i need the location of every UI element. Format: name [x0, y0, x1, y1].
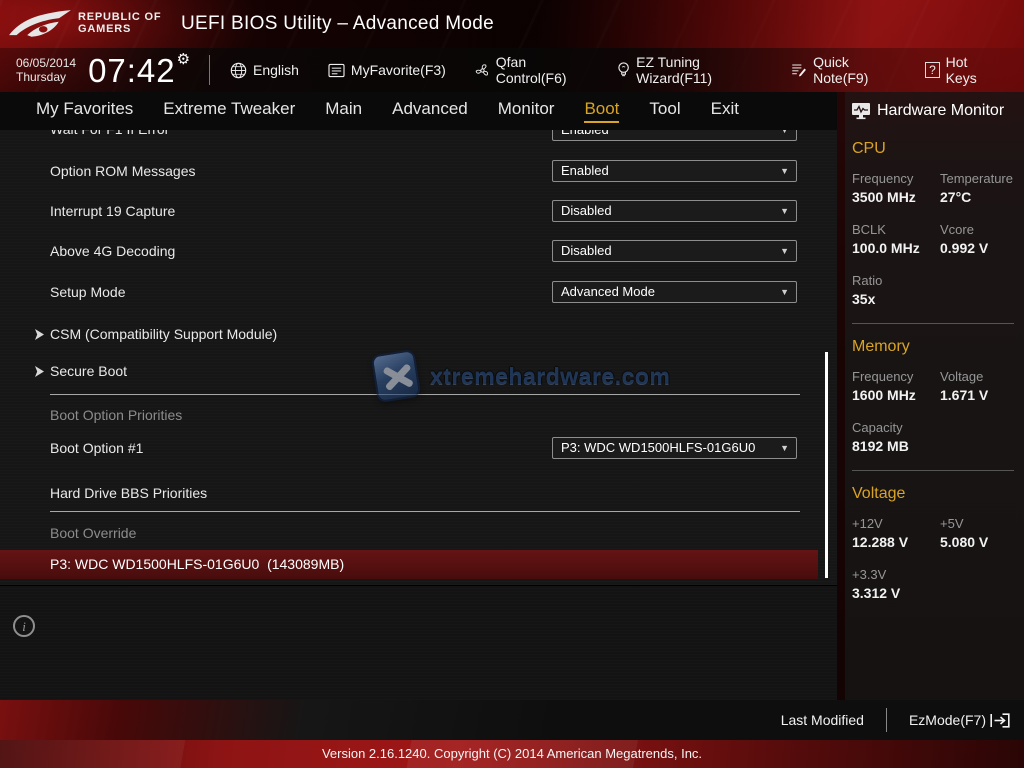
quick-note-button[interactable]: Quick Note(F9): [791, 54, 896, 86]
memory-section-title: Memory: [852, 338, 1024, 356]
tab-advanced[interactable]: Advanced: [392, 92, 468, 130]
setting-label: Boot Option #1: [50, 437, 143, 459]
lightbulb-icon: [617, 61, 630, 79]
qfan-control-button[interactable]: Qfan Control(F6): [475, 54, 588, 86]
memory-readings: Frequency 1600 MHz Voltage 1.671 V Capac…: [852, 369, 1024, 454]
chevron-down-icon: ▼: [780, 201, 789, 221]
divider: [50, 511, 800, 512]
hard-drive-bbs-item[interactable]: Hard Drive BBS Priorities: [50, 482, 207, 504]
secure-boot-submenu-item[interactable]: Secure Boot: [35, 361, 127, 381]
main-menu-bar: My Favorites Extreme Tweaker Main Advanc…: [0, 92, 837, 130]
cpu-readings: Frequency 3500 MHz Temperature 27°C BCLK…: [852, 171, 1024, 307]
quick-note-label: Quick Note(F9): [813, 54, 896, 86]
interrupt-19-capture-dropdown[interactable]: Disabled▼: [552, 200, 797, 222]
setting-label: Setup Mode: [50, 281, 126, 303]
boot-priorities-section-title: Boot Option Priorities: [50, 407, 182, 423]
chevron-down-icon: ▼: [780, 130, 789, 140]
submenu-arrow-icon: [35, 329, 44, 340]
boot-override-section-title: Boot Override: [50, 525, 136, 541]
favorite-list-icon: [328, 63, 345, 78]
watermark-x-icon: [371, 349, 422, 403]
brand-line-2: GAMERS: [78, 23, 161, 35]
ez-tuning-wizard-label: EZ Tuning Wizard(F11): [636, 54, 762, 86]
rog-logo-icon: [8, 5, 72, 45]
language-button[interactable]: English: [230, 62, 299, 79]
boot-option-1-dropdown[interactable]: P3: WDC WD1500HLFS-01G6U0▼: [552, 437, 797, 459]
setting-label: Wait For F1 If Error: [50, 130, 169, 140]
boot-override-device-row[interactable]: P3: WDC WD1500HLFS-01G6U0 (143089MB): [0, 550, 818, 579]
ez-mode-button[interactable]: EzMode(F7): [909, 712, 1010, 728]
header-banner: REPUBLIC OF GAMERS UEFI BIOS Utility – A…: [0, 0, 1024, 92]
weekday-value: Thursday: [16, 70, 76, 84]
tab-monitor[interactable]: Monitor: [498, 92, 555, 130]
tab-exit[interactable]: Exit: [711, 92, 739, 130]
exit-arrow-icon: [990, 713, 1010, 728]
globe-icon: [230, 62, 247, 79]
question-box-icon: ?: [925, 62, 939, 78]
clock-settings-gear-icon[interactable]: ⚙: [177, 51, 191, 68]
divider: [852, 323, 1014, 324]
above-4g-decoding-dropdown[interactable]: Disabled▼: [552, 240, 797, 262]
watermark: xtremehardware.com: [374, 352, 670, 400]
version-bar: Version 2.16.1240. Copyright (C) 2014 Am…: [0, 740, 1024, 768]
bios-screen: REPUBLIC OF GAMERS UEFI BIOS Utility – A…: [0, 0, 1024, 768]
time-value: 07:42: [88, 52, 176, 89]
hardware-monitor-panel: Hardware Monitor CPU Frequency 3500 MHz …: [845, 92, 1024, 700]
brand-line-1: REPUBLIC OF: [78, 11, 161, 23]
hardware-monitor-header: Hardware Monitor: [851, 102, 1024, 120]
divider: [852, 470, 1014, 471]
chevron-down-icon: ▼: [780, 438, 789, 458]
date-value: 06/05/2014: [16, 56, 76, 70]
setting-label: Interrupt 19 Capture: [50, 200, 175, 222]
tab-my-favorites[interactable]: My Favorites: [36, 92, 133, 130]
boot-settings-panel: Wait For F1 If Error Enabled▼ Option ROM…: [0, 130, 837, 585]
my-favorite-label: MyFavorite(F3): [351, 62, 446, 78]
setting-label: Above 4G Decoding: [50, 240, 175, 262]
option-rom-messages-dropdown[interactable]: Enabled▼: [552, 160, 797, 182]
help-description-area: i: [0, 585, 837, 700]
submenu-arrow-icon: [35, 366, 44, 377]
quick-access-bar: 06/05/2014 Thursday 07:42⚙ English: [0, 48, 1024, 92]
watermark-text: xtremehardware.com: [430, 363, 670, 390]
fan-icon: [475, 62, 490, 79]
tab-tool[interactable]: Tool: [649, 92, 680, 130]
qfan-control-label: Qfan Control(F6): [496, 54, 588, 86]
chevron-down-icon: ▼: [780, 161, 789, 181]
scrollbar-thumb[interactable]: [825, 352, 828, 578]
last-modified-button[interactable]: Last Modified: [781, 712, 864, 728]
hardware-monitor-title: Hardware Monitor: [877, 102, 1004, 120]
info-icon: i: [13, 615, 35, 637]
chevron-down-icon: ▼: [780, 282, 789, 302]
voltage-readings: +12V 12.288 V +5V 5.080 V +3.3V 3.312 V: [852, 516, 1024, 601]
my-favorite-button[interactable]: MyFavorite(F3): [328, 62, 446, 78]
hot-keys-label: Hot Keys: [946, 54, 995, 86]
ez-tuning-wizard-button[interactable]: EZ Tuning Wizard(F11): [617, 54, 762, 86]
tab-extreme-tweaker[interactable]: Extreme Tweaker: [163, 92, 295, 130]
tab-main[interactable]: Main: [325, 92, 362, 130]
voltage-section-title: Voltage: [852, 485, 1024, 503]
tab-boot[interactable]: Boot: [584, 92, 619, 130]
footer-action-bar: Last Modified EzMode(F7): [0, 700, 1024, 740]
wait-for-f1-dropdown[interactable]: Enabled▼: [552, 130, 797, 141]
monitor-icon: [851, 102, 871, 120]
time-display: 07:42⚙: [88, 50, 191, 90]
cpu-section-title: CPU: [852, 140, 1024, 158]
date-display: 06/05/2014 Thursday: [16, 56, 76, 84]
divider: [886, 708, 887, 732]
setup-mode-dropdown[interactable]: Advanced Mode▼: [552, 281, 797, 303]
hot-keys-button[interactable]: ? Hot Keys: [925, 54, 995, 86]
page-title: UEFI BIOS Utility – Advanced Mode: [181, 13, 494, 35]
language-label: English: [253, 62, 299, 78]
note-pencil-icon: [791, 62, 807, 78]
csm-submenu-item[interactable]: CSM (Compatibility Support Module): [35, 324, 277, 344]
brand-text: REPUBLIC OF GAMERS: [78, 11, 161, 35]
setting-label: Option ROM Messages: [50, 160, 196, 182]
chevron-down-icon: ▼: [780, 241, 789, 261]
divider: [209, 55, 210, 85]
